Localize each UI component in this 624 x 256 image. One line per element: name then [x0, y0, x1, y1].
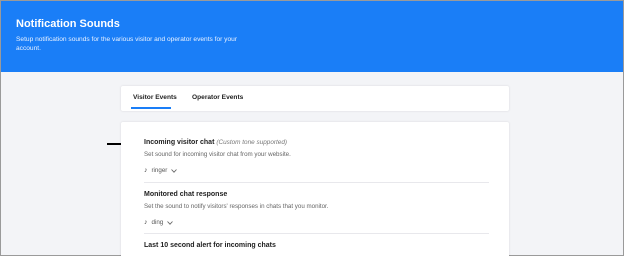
- event-title: Monitored chat response: [144, 191, 228, 198]
- event-last-10-second-alert: Last 10 second alert for incoming chats: [144, 242, 489, 249]
- active-tab-indicator: [131, 107, 171, 109]
- event-incoming-visitor-chat: Incoming visitor chat (Custom tone suppo…: [144, 139, 489, 174]
- music-note-icon: ♪: [144, 219, 148, 226]
- event-title: Last 10 second alert for incoming chats: [144, 242, 276, 249]
- event-monitored-chat-response: Monitored chat response Set the sound to…: [144, 191, 489, 226]
- page-description: Setup notification sounds for the variou…: [16, 36, 238, 52]
- event-description: Set sound for incoming visitor chat from…: [144, 151, 291, 158]
- divider: [144, 182, 489, 183]
- event-description: Set the sound to notify visitors' respon…: [144, 203, 329, 210]
- event-title-text: Incoming visitor chat: [144, 139, 215, 146]
- sound-dropdown[interactable]: ♪ ringer: [144, 167, 184, 174]
- sound-dropdown[interactable]: ♪ ding: [144, 219, 184, 226]
- page-header: Notification Sounds Setup notification s…: [1, 1, 623, 72]
- custom-tone-hint: (Custom tone supported): [216, 139, 288, 146]
- event-title: Incoming visitor chat (Custom tone suppo…: [144, 139, 489, 146]
- events-list: Incoming visitor chat (Custom tone suppo…: [121, 122, 509, 256]
- tab-visitor-events[interactable]: Visitor Events: [133, 94, 177, 101]
- divider: [144, 233, 489, 234]
- sound-value: ringer: [151, 167, 168, 174]
- chevron-down-icon: [171, 168, 178, 173]
- page-title: Notification Sounds: [16, 18, 120, 30]
- music-note-icon: ♪: [144, 167, 148, 174]
- chevron-down-icon: [167, 220, 174, 225]
- sound-value: ding: [151, 219, 164, 226]
- tab-operator-events[interactable]: Operator Events: [192, 94, 243, 101]
- tabs-bar: Visitor Events Operator Events: [121, 86, 509, 111]
